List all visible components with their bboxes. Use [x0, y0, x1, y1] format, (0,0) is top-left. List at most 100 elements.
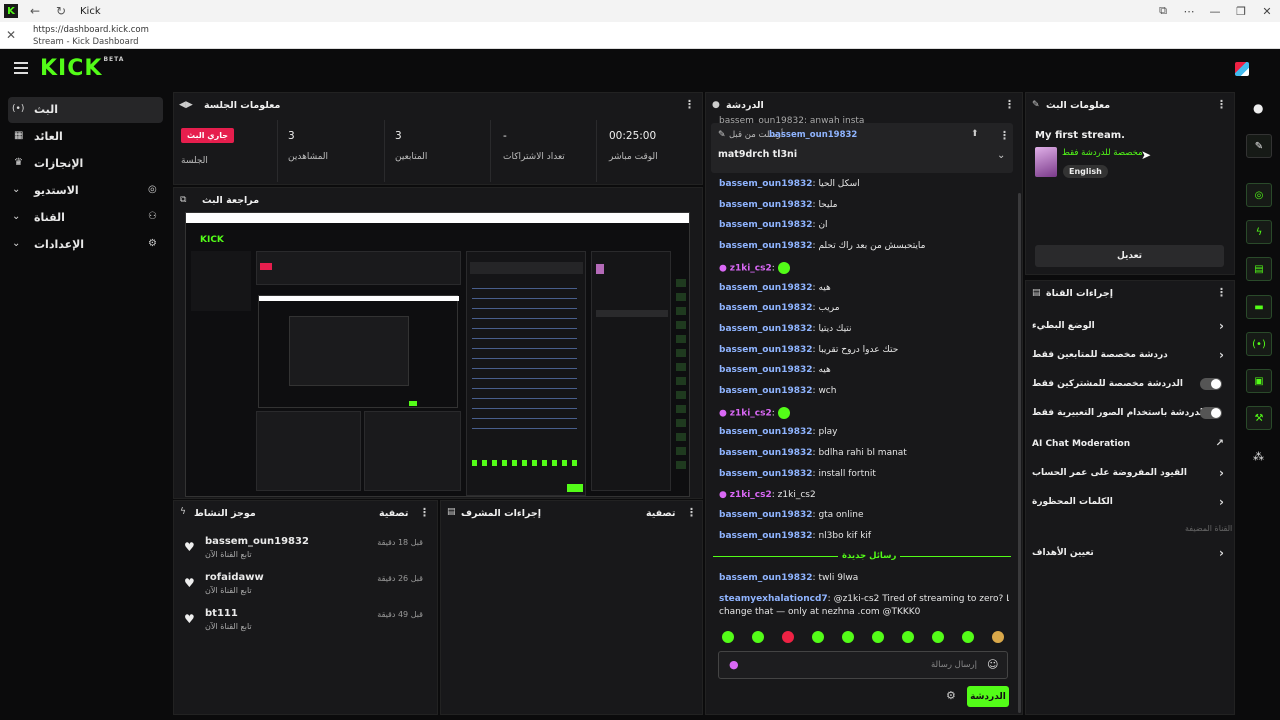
sidebar-item-settings[interactable]: ⌄ الإعدادات ⚙: [8, 232, 163, 258]
stop-loading-icon[interactable]: ✕: [6, 28, 16, 42]
followers-only-row[interactable]: دردشة مخصصة للمتابعين فقط ›: [1030, 343, 1226, 369]
hamburger-icon[interactable]: [14, 62, 28, 74]
back-icon[interactable]: ←: [26, 4, 44, 18]
info-icon[interactable]: ●: [1253, 101, 1263, 115]
chat-username[interactable]: z1ki_cs2: [730, 408, 772, 418]
emote-icon[interactable]: [752, 631, 764, 643]
activity-filter-button[interactable]: تصفية: [379, 508, 408, 519]
activity-user[interactable]: rofaidaww: [205, 572, 264, 583]
menu-icon[interactable]: ⋯: [1176, 5, 1202, 18]
target-icon[interactable]: ◎: [1246, 183, 1272, 207]
chat-username[interactable]: bassem_oun19832: [719, 531, 813, 541]
sidebar-item-achievements[interactable]: ♛ الإنجازات: [8, 151, 163, 177]
restore-icon[interactable]: ❐: [1228, 5, 1254, 18]
channel-actions-menu-icon[interactable]: ⋮: [1216, 286, 1227, 299]
chevron-down-icon[interactable]: ⌄: [997, 150, 1005, 161]
account-age-row[interactable]: القيود المفروضة على عمر الحساب ›: [1030, 461, 1226, 487]
set-goals-row[interactable]: تعيين الأهداف ›: [1030, 541, 1226, 567]
chevron-down-icon: ⌄: [12, 238, 21, 249]
mod-filter-button[interactable]: تصفية: [646, 508, 675, 519]
chat-username[interactable]: bassem_oun19832: [719, 200, 813, 210]
emote-icon[interactable]: [842, 631, 854, 643]
document-icon[interactable]: ▤: [1246, 257, 1272, 281]
emote-icon[interactable]: [902, 631, 914, 643]
chat-message: bassem_oun19832: play: [719, 427, 838, 438]
chat-send-button[interactable]: الدردشة: [967, 686, 1009, 707]
unpin-icon[interactable]: ⬆: [971, 129, 979, 139]
edit-stream-button[interactable]: تعديل: [1035, 245, 1224, 267]
studio-icon: ◎: [148, 184, 157, 195]
kick-logo[interactable]: KICKBETA: [40, 56, 124, 81]
activity-user[interactable]: bt111: [205, 608, 238, 619]
chat-username[interactable]: z1ki_cs2: [730, 490, 772, 500]
chat-text: wch: [818, 386, 837, 396]
chat-username[interactable]: bassem_oun19832: [719, 510, 813, 520]
url-bar[interactable]: ✕ https://dashboard.kick.com Stream - Ki…: [0, 22, 1280, 49]
sidebar-item-stream[interactable]: (•) البث: [8, 97, 163, 123]
chat-username[interactable]: bassem_oun19832: [719, 345, 813, 355]
chat-username[interactable]: bassem_oun19832: [719, 303, 813, 313]
emote-icon[interactable]: [782, 631, 794, 643]
category-name[interactable]: مخصصة للدردشة فقط: [1062, 148, 1143, 158]
chat-tool-icon[interactable]: ▬: [1246, 295, 1272, 319]
session-stat-followers: 3 المتابعين: [385, 120, 491, 182]
bolt-tool-icon[interactable]: ϟ: [1246, 220, 1272, 244]
chat-message-continued: change that — only at nezhna .com @TKKK0: [719, 607, 921, 617]
mod-menu-icon[interactable]: ⋮: [686, 506, 697, 519]
chat-username[interactable]: bassem_oun19832: [719, 283, 813, 293]
pinned-menu-icon[interactable]: ⋮: [999, 129, 1010, 142]
chat-username[interactable]: bassem_oun19832: [719, 365, 813, 375]
chat-username[interactable]: bassem_oun19832: [719, 448, 813, 458]
sidebar-item-channel[interactable]: ⌄ القناة ⚇: [8, 205, 163, 231]
chat-text: play: [818, 427, 838, 438]
activity-menu-icon[interactable]: ⋮: [419, 506, 430, 519]
edit-tool-icon[interactable]: ✎: [1246, 134, 1272, 158]
stream-info-menu-icon[interactable]: ⋮: [1216, 98, 1227, 111]
preview-chat-emotes: [472, 460, 577, 466]
sidebar-item-revenue[interactable]: ▦ العائد: [8, 124, 163, 150]
chat-username[interactable]: bassem_oun19832: [719, 324, 813, 334]
banned-words-row[interactable]: الكلمات المحظورة ›: [1030, 490, 1226, 516]
sidebar-item-label: الإنجازات: [34, 157, 84, 170]
chat-username[interactable]: bassem_oun19832: [719, 179, 813, 189]
emote-icon[interactable]: [722, 631, 734, 643]
refresh-icon[interactable]: ↻: [52, 4, 70, 18]
activity-user[interactable]: bassem_oun19832: [205, 536, 309, 547]
minimize-icon[interactable]: —: [1202, 5, 1228, 18]
chat-username[interactable]: bassem_oun19832: [719, 220, 813, 230]
chat-username[interactable]: bassem_oun19832: [719, 386, 813, 396]
ai-moderation-row[interactable]: AI Chat Moderation ↗: [1030, 432, 1226, 458]
emote-icon[interactable]: [932, 631, 944, 643]
close-window-icon[interactable]: ✕: [1254, 5, 1280, 18]
chat-settings-icon[interactable]: ⚙: [946, 689, 956, 702]
preview-chat: [466, 251, 586, 496]
chat-scrollbar[interactable]: [1018, 193, 1021, 713]
emotes-only-toggle[interactable]: [1200, 407, 1222, 419]
emote-icon[interactable]: [962, 631, 974, 643]
emote-icon[interactable]: [812, 631, 824, 643]
chat-menu-icon[interactable]: ⋮: [1004, 98, 1015, 111]
mic-icon[interactable]: ●: [729, 658, 739, 671]
apps-icon[interactable]: ⁂: [1253, 450, 1264, 463]
chat-message: bassem_oun19832: twli 9lwa: [719, 573, 859, 583]
subscribers-only-toggle[interactable]: [1200, 378, 1222, 390]
stream-preview-video[interactable]: KICK: [185, 212, 690, 497]
layout-icon[interactable]: ▣: [1246, 369, 1272, 393]
emoji-icon[interactable]: ☺: [987, 658, 998, 671]
chat-username[interactable]: bassem_oun19832: [719, 427, 813, 437]
emote-icon[interactable]: [992, 631, 1004, 643]
sidebar-item-studio[interactable]: ⌄ الاستديو ◎: [8, 178, 163, 204]
user-avatar[interactable]: [1235, 62, 1249, 76]
session-menu-icon[interactable]: ⋮: [684, 98, 695, 111]
emote-icon[interactable]: [872, 631, 884, 643]
chat-username[interactable]: bassem_oun19832: [719, 469, 813, 479]
chat-username[interactable]: z1ki_cs2: [730, 263, 772, 273]
chat-input[interactable]: ● إرسال رسالة ☺: [718, 651, 1008, 679]
activity-time: قبل 49 دقيقة: [377, 610, 423, 619]
pinned-user[interactable]: bassem_oun19832: [769, 130, 857, 140]
wrench-icon[interactable]: ⚒: [1246, 406, 1272, 430]
broadcast-tool-icon[interactable]: (•): [1246, 332, 1272, 356]
chat-username[interactable]: bassem_oun19832: [719, 241, 813, 251]
slow-mode-row[interactable]: الوضع البطيء ›: [1030, 314, 1226, 340]
extensions-icon[interactable]: ⧉: [1150, 4, 1176, 18]
